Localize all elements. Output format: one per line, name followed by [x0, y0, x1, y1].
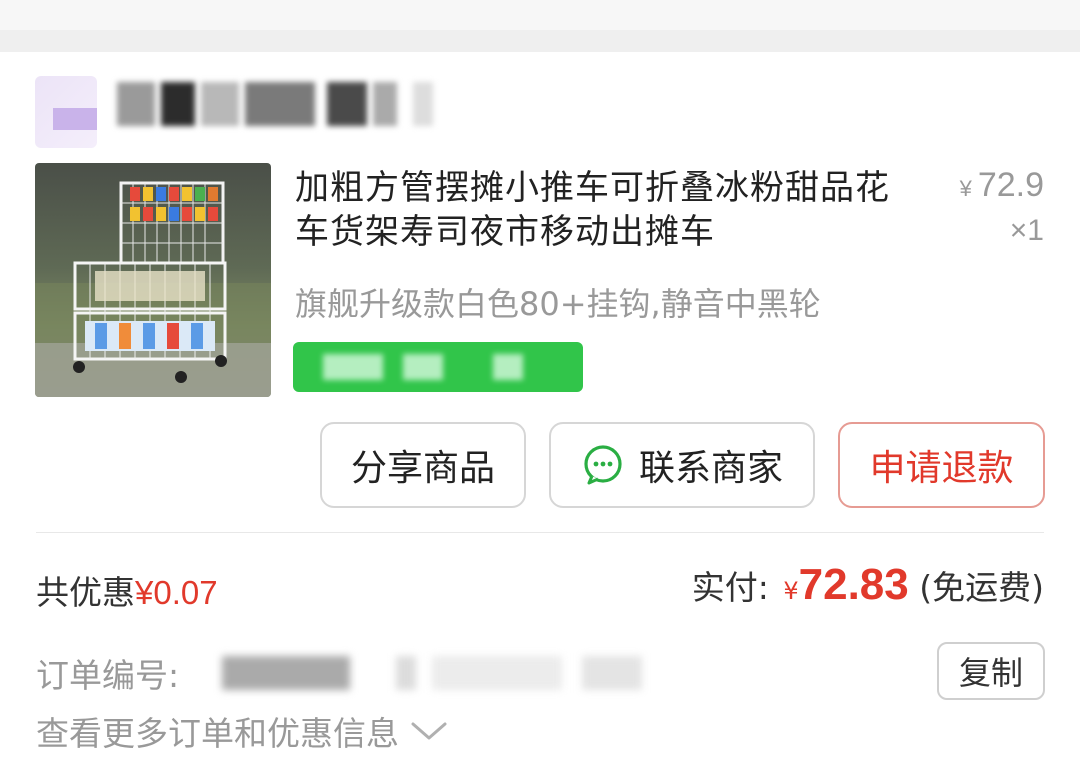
product-title[interactable]: 加粗方管摆摊小推车可折叠冰粉甜品花车货架寿司夜市移动出摊车: [295, 166, 905, 254]
copy-order-number-button[interactable]: 复制: [937, 642, 1045, 700]
discount-prefix: 共优惠: [36, 573, 135, 612]
chevron-down-icon: [411, 722, 447, 740]
shop-avatar[interactable]: [35, 76, 97, 148]
contact-seller-label: 联系商家: [638, 448, 783, 489]
paid-currency: ¥: [783, 577, 799, 605]
order-number-redacted: [222, 652, 662, 696]
product-spec: 旗舰升级款白色80+挂钩,静音中黑轮: [295, 285, 821, 323]
request-refund-button[interactable]: 申请退款: [838, 422, 1045, 508]
paid-summary: 实付: ¥72.83 (免运费): [692, 560, 1044, 610]
shop-avatar-logo: [53, 108, 97, 130]
promo-badge-redacted: [293, 342, 583, 392]
paid-amount: 72.83: [798, 560, 909, 609]
unit-price: ¥72.9: [960, 166, 1044, 205]
request-refund-label: 申请退款: [869, 448, 1014, 489]
order-number-label: 订单编号:: [36, 656, 180, 695]
discount-amount: ¥0.07: [135, 574, 218, 611]
more-order-info-link[interactable]: 查看更多订单和优惠信息: [36, 707, 449, 755]
share-product-label: 分享商品: [350, 448, 495, 489]
divider: [36, 532, 1044, 533]
unit-price-currency: ¥: [959, 176, 972, 201]
top-strip: [0, 0, 1080, 30]
paid-label: 实付:: [691, 568, 769, 607]
share-product-button[interactable]: 分享商品: [320, 422, 526, 508]
product-image[interactable]: [35, 163, 271, 397]
shipping-note: (免运费): [919, 568, 1044, 607]
unit-price-value: 72.9: [977, 166, 1044, 204]
quantity: ×1: [1009, 214, 1044, 247]
more-order-info-label: 查看更多订单和优惠信息: [36, 714, 399, 753]
discount-summary: 共优惠¥0.07: [36, 566, 218, 614]
chat-bubble-icon: [584, 445, 622, 485]
product-cart-illustration: [35, 181, 271, 397]
copy-label: 复制: [958, 654, 1023, 692]
shop-name-redacted[interactable]: [117, 82, 437, 130]
contact-seller-button[interactable]: 联系商家: [549, 422, 815, 508]
